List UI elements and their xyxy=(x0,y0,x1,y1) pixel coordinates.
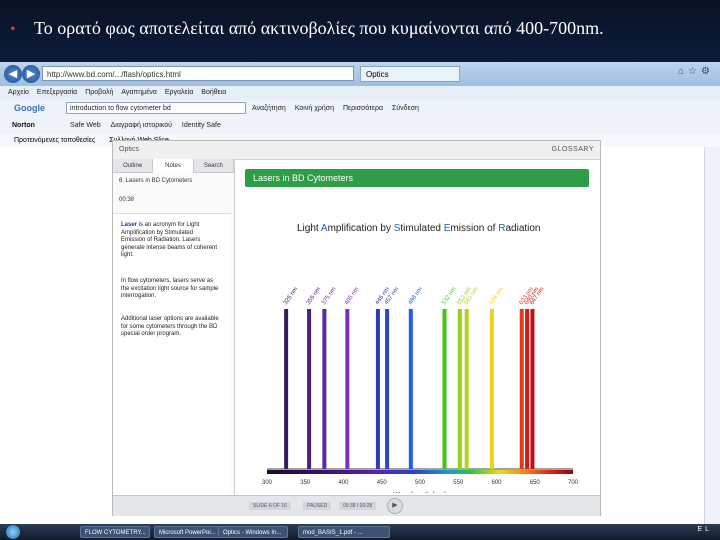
favorite-item[interactable]: Προτεινόμενες τοποθεσίες xyxy=(14,137,95,144)
laser-line xyxy=(408,309,413,469)
google-toolbar-items: Αναζήτηση Κοινή χρήση Περισσότερα Σύνδεση xyxy=(252,100,428,117)
term-highlight: Laser xyxy=(121,222,138,228)
laser-line xyxy=(530,309,535,469)
laser-label: 532 nm xyxy=(441,286,457,306)
toolbar-item[interactable]: Περισσότερα xyxy=(343,105,383,112)
taskbar-task[interactable]: mod_BASIS_1.pdf - ... xyxy=(298,526,390,538)
slide-bullet: • xyxy=(10,21,16,38)
google-search-input[interactable]: introduction to flow cytometer bd xyxy=(66,102,246,114)
slide-main: Lasers in BD Cytometers Light Amplificat… xyxy=(243,163,593,493)
toolbar-item[interactable]: Σύνδεση xyxy=(392,105,419,112)
x-tick-label: 600 xyxy=(491,480,502,486)
slide-counter: SLIDE 6 OF 16 xyxy=(249,502,291,510)
laser-line xyxy=(345,309,350,469)
menu-item[interactable]: Αρχείο xyxy=(8,89,29,96)
norton-item[interactable]: Διαγραφή ιστορικού xyxy=(111,122,172,129)
forward-icon[interactable]: ▶ xyxy=(22,65,40,83)
laser-label: 594 nm xyxy=(489,286,505,306)
x-axis-label: Wavelength (nm) xyxy=(393,492,446,493)
laser-line xyxy=(307,309,312,469)
x-tick-label: 650 xyxy=(530,480,541,486)
tab-optics[interactable]: Optics xyxy=(360,66,460,82)
lesson-title[interactable]: 6. Lasers in BD Cytometers xyxy=(119,178,192,184)
laser-line xyxy=(464,309,469,469)
laser-line xyxy=(519,309,524,469)
toolbar-item[interactable]: Αναζήτηση xyxy=(252,105,286,112)
norton-toolbar-items: Safe Web Διαγραφή ιστορικού Identity Safe xyxy=(70,117,231,134)
playback-time: 00:38 / 00:28 xyxy=(339,502,377,510)
x-tick-label: 500 xyxy=(415,480,426,486)
laser-line xyxy=(525,309,530,469)
optics-app: Optics GLOSSARY Outline Notes Search 6. La… xyxy=(112,140,601,516)
app-title: Optics xyxy=(119,146,139,153)
x-tick-label: 700 xyxy=(568,480,579,486)
lesson-timer: 00:38 xyxy=(119,197,135,203)
taskbar-task[interactable]: FLOW CYTOMETRY... xyxy=(80,526,150,538)
tray-language[interactable]: EL xyxy=(697,526,712,533)
laser-label: 405 nm xyxy=(344,286,360,306)
x-tick-label: 550 xyxy=(453,480,464,486)
notes-paragraph: Laser is an acronym for Light Amplificat… xyxy=(121,222,219,260)
laser-line xyxy=(375,309,380,469)
notes-paragraph: In flow cytometers, lasers serve as the … xyxy=(121,278,219,301)
taskbar-task[interactable]: Microsoft PowerPoi... xyxy=(154,526,224,538)
sidebar: Outline Notes Search 6. Lasers in BD Cytom… xyxy=(113,159,235,496)
x-tick-label: 300 xyxy=(262,480,273,486)
laser-label: 488 nm xyxy=(408,286,424,306)
slide-header: • Το ορατό φως αποτελείται από ακτινοβολ… xyxy=(0,0,720,62)
browser-titlebar: ◀ ▶ http://www.bd.com/.../flash/optics.h… xyxy=(0,62,720,86)
laser-line xyxy=(385,309,390,469)
window-controls[interactable]: ⌂☆⚙ xyxy=(678,66,714,77)
x-tick-label: 350 xyxy=(300,480,311,486)
address-bar[interactable]: http://www.bd.com/.../flash/optics.html xyxy=(42,66,354,81)
notes-text: In flow cytometers, lasers serve as the … xyxy=(121,278,219,299)
taskbar-task[interactable]: Optics - Windows In... xyxy=(218,526,288,538)
play-icon[interactable]: ▶ xyxy=(387,498,403,514)
laser-line xyxy=(284,309,289,469)
laser-label: 325 nm xyxy=(283,286,299,306)
menu-item[interactable]: Αγαπημένα xyxy=(121,89,157,96)
google-toolbar: Google introduction to flow cytometer bd… xyxy=(0,100,720,118)
notes-paragraph: Additional laser options are available f… xyxy=(121,316,219,339)
page-content: Optics GLOSSARY Outline Notes Search 6. La… xyxy=(0,140,720,524)
app-header: Optics GLOSSARY xyxy=(113,141,600,160)
sidebar-tab[interactable]: Notes xyxy=(153,159,194,173)
notes-text: Additional laser options are available f… xyxy=(121,316,219,337)
glossary-button[interactable]: GLOSSARY xyxy=(552,141,594,159)
sidebar-tab[interactable]: Search xyxy=(193,159,234,173)
notes-panel: Laser is an acronym for Light Amplificat… xyxy=(113,213,231,496)
back-icon[interactable]: ◀ xyxy=(4,65,22,83)
page-scrollbar[interactable] xyxy=(704,147,720,524)
menu-item[interactable]: Εργαλεία xyxy=(165,89,193,96)
norton-item[interactable]: Safe Web xyxy=(70,122,101,129)
menu-bar: Αρχείο Επεξεργασία Προβολή Αγαπημένα Εργαλεί… xyxy=(0,86,720,100)
menu-item[interactable]: Βοήθεια xyxy=(201,89,226,96)
laser-line xyxy=(457,309,462,469)
laser-label: 375 nm xyxy=(321,286,337,306)
x-tick-label: 400 xyxy=(338,480,349,486)
laser-label: 355 nm xyxy=(306,286,322,306)
toolbar-item[interactable]: Κοινή χρήση xyxy=(295,105,334,112)
sidebar-tabs: Outline Notes Search xyxy=(113,159,234,173)
sidebar-tab[interactable]: Outline xyxy=(113,159,154,173)
slide-title: Το ορατό φως αποτελείται από ακτινοβολίε… xyxy=(34,18,604,38)
player-controls: SLIDE 6 OF 16 PAUSED 00:38 / 00:28 ▶ xyxy=(113,495,600,516)
laser-wavelength-chart: 300 350 400 450 500 550 600 650 700 Wavelength (n… xyxy=(262,286,579,493)
spectrum-strip xyxy=(267,470,573,474)
start-button[interactable] xyxy=(6,525,20,539)
taskbar: FLOW CYTOMETRY... Microsoft PowerPoi... Op… xyxy=(0,524,720,540)
laser-line xyxy=(489,309,494,469)
norton-button[interactable]: Norton xyxy=(12,117,35,134)
x-tick-label: 450 xyxy=(377,480,388,486)
playback-status: PAUSED xyxy=(303,502,332,510)
norton-item[interactable]: Identity Safe xyxy=(182,122,221,129)
google-logo: Google xyxy=(14,103,45,113)
norton-toolbar: Norton Safe Web Διαγραφή ιστορικού Identit… xyxy=(0,117,720,135)
browser-window: ◀ ▶ http://www.bd.com/.../flash/optics.h… xyxy=(0,62,720,524)
laser-line xyxy=(322,309,327,469)
menu-item[interactable]: Επεξεργασία xyxy=(37,89,77,96)
laser-line xyxy=(442,309,447,469)
menu-item[interactable]: Προβολή xyxy=(85,89,113,96)
